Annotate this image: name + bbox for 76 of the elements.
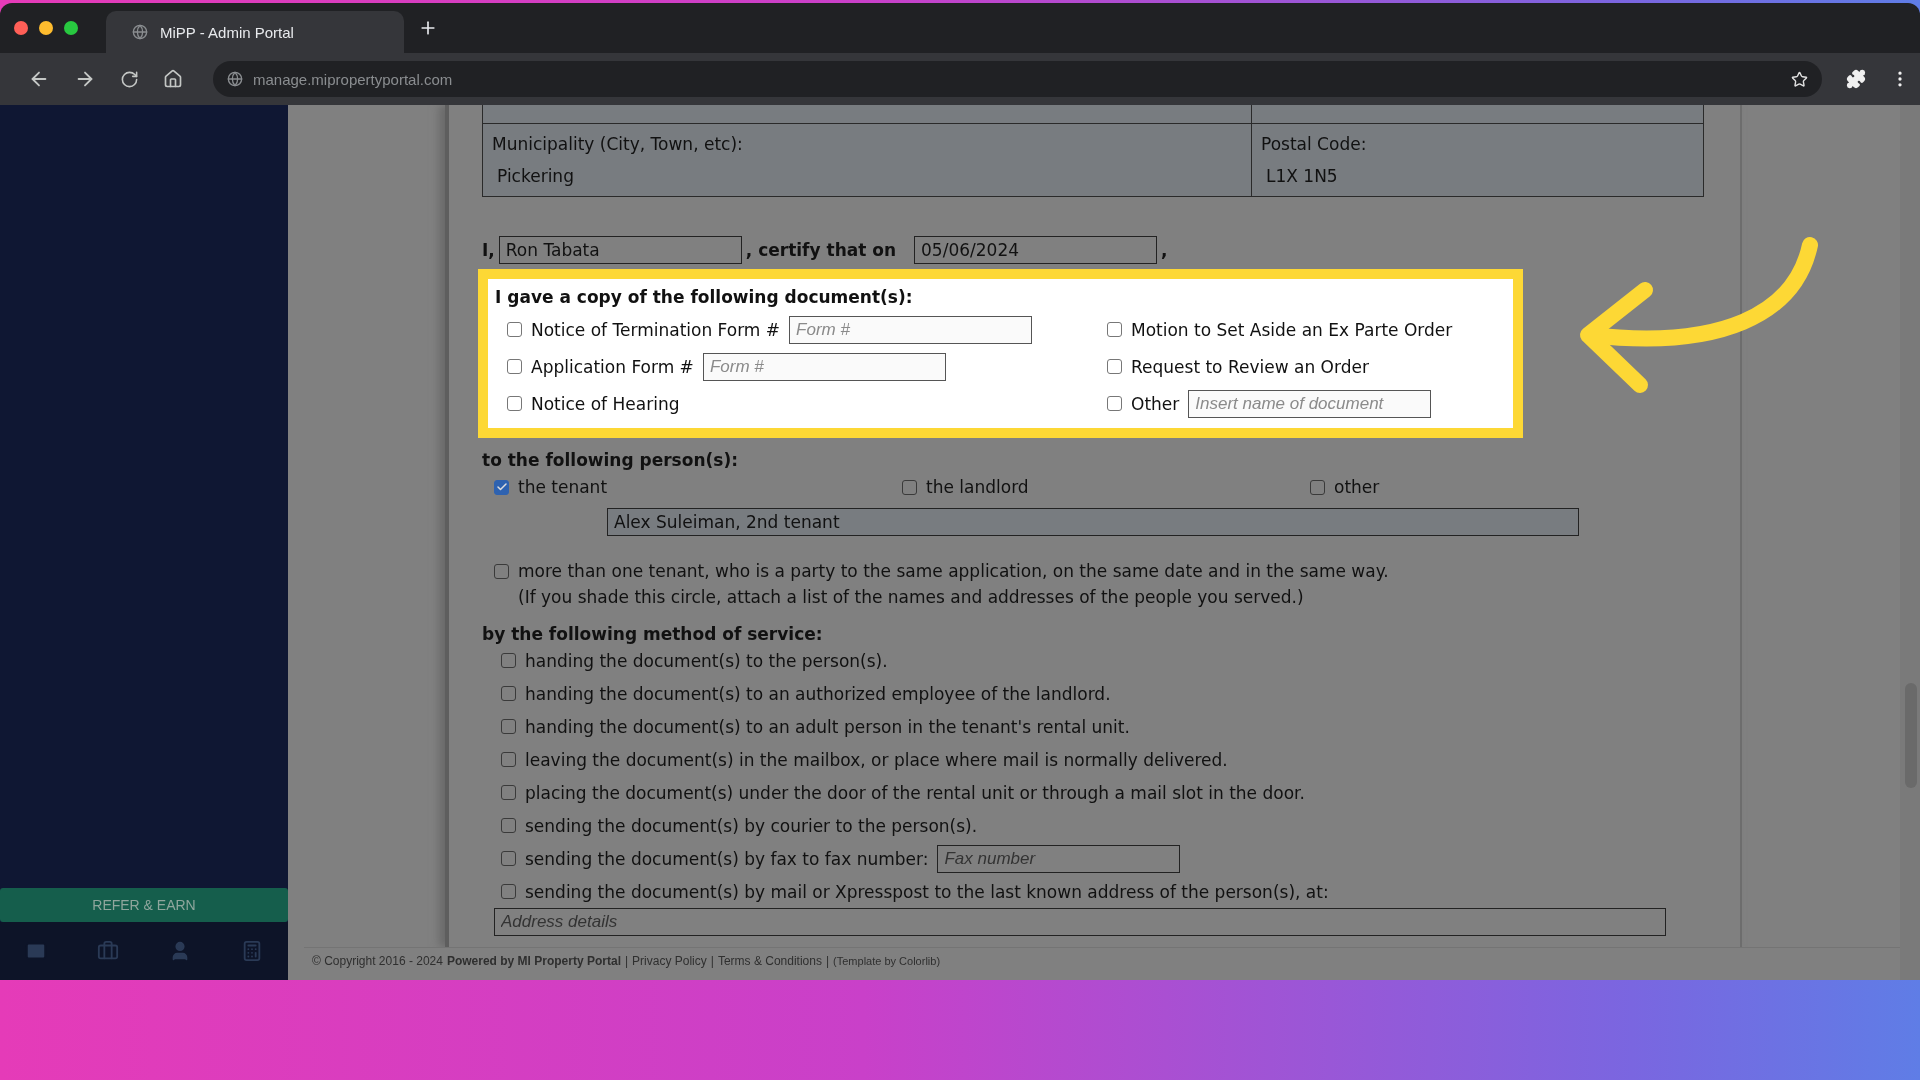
field-label: Municipality (City, Town, etc): <box>492 134 744 154</box>
checkbox[interactable] <box>1107 396 1122 411</box>
checkbox[interactable] <box>501 719 516 734</box>
checkbox[interactable] <box>1310 479 1325 495</box>
service-option: placing the document(s) under the door of the rental unit or through a mail slot in the door. <box>525 782 1305 803</box>
service-option: sending the document(s) by fax to fax number: <box>525 848 929 869</box>
persons-heading: to the following person(s): <box>482 450 738 470</box>
person-name-field[interactable]: Alex Suleiman, 2nd tenant <box>607 508 1579 536</box>
service-option: sending the document(s) by mail or Xpresspost to the last known address of the person(s), at: <box>525 881 1329 902</box>
document-input-field[interactable]: Form # <box>702 352 946 381</box>
service-heading: by the following method of service: <box>482 624 823 644</box>
refer-and-earn-button[interactable]: REFER & EARN <box>0 888 288 922</box>
maximize-window-button[interactable] <box>64 21 78 35</box>
document-option: Motion to Set Aside an Ex Parte Order <box>1131 319 1453 340</box>
checkbox[interactable] <box>501 686 516 701</box>
globe-icon <box>132 24 148 40</box>
close-window-button[interactable] <box>14 21 28 35</box>
checkbox[interactable] <box>507 322 522 337</box>
documents-heading: I gave a copy of the following document(s): <box>495 287 914 307</box>
minimize-window-button[interactable] <box>39 21 53 35</box>
footer-link[interactable]: Privacy Policy <box>632 954 707 968</box>
date-field[interactable]: 05/06/2024 <box>914 236 1158 264</box>
checkbox[interactable] <box>501 653 516 668</box>
service-option: leaving the document(s) in the mailbox, or place where mail is normally delivered. <box>525 749 1228 770</box>
document-option: Request to Review an Order <box>1131 356 1369 377</box>
person-option: the tenant <box>518 477 608 497</box>
service-option: handing the document(s) to the person(s). <box>525 650 888 671</box>
document-option: Other <box>1131 393 1180 414</box>
footer-text: Powered by MI Property Portal <box>446 954 621 968</box>
service-option: handing the document(s) to an adult person in the tenant's rental unit. <box>525 716 1130 737</box>
address-bar[interactable]: manage.mipropertyportal.com <box>213 61 1822 97</box>
document-option: Notice of Termination Form # <box>531 319 781 340</box>
certify-text: , <box>1161 240 1168 260</box>
document-option: Application Form # <box>531 356 694 377</box>
document-input-field[interactable]: Insert name of document <box>1188 389 1432 418</box>
footer-separator: | <box>825 954 830 968</box>
footer-separator: | <box>624 954 629 968</box>
checkbox[interactable] <box>494 479 509 495</box>
fax-number-field[interactable]: Fax number <box>937 844 1181 873</box>
checkbox[interactable] <box>501 884 516 899</box>
footer-link[interactable]: Terms & Conditions <box>717 954 822 968</box>
checkbox[interactable] <box>501 752 516 767</box>
checkbox[interactable] <box>507 396 522 411</box>
multiple-tenant-note: (If you shade this circle, attach a list of the names and addresses of the people you served.) <box>518 587 1304 607</box>
checkbox[interactable] <box>501 785 516 800</box>
multiple-tenant-option: more than one tenant, who is a party to the same application, on the same date and in the same way. <box>518 561 1389 581</box>
service-option: sending the document(s) by courier to the person(s). <box>525 815 978 836</box>
person-option: the landlord <box>926 477 1029 497</box>
checkbox[interactable] <box>501 851 516 866</box>
name-field[interactable]: Ron Tabata <box>498 236 742 264</box>
extensions-icon[interactable] <box>1846 69 1866 89</box>
document-input-field[interactable]: Form # <box>789 315 1033 344</box>
checkbox[interactable] <box>494 563 509 579</box>
checkbox[interactable] <box>501 818 516 833</box>
browser-tab[interactable]: MiPP - Admin Portal <box>106 11 404 53</box>
document-option: Notice of Hearing <box>531 393 680 414</box>
field-label: Postal Code: <box>1261 134 1368 154</box>
reload-icon[interactable] <box>120 69 139 89</box>
service-option: handing the document(s) to an authorized employee of the landlord. <box>525 683 1111 704</box>
field-value: Pickering <box>496 166 575 186</box>
checkbox[interactable] <box>1107 359 1122 374</box>
certify-text: , certify that on <box>745 240 897 260</box>
person-option: other <box>1334 477 1380 497</box>
footer-text: (Template by Colorlib) <box>833 955 941 967</box>
certify-text: I, <box>482 240 495 260</box>
footer-separator: | <box>710 954 714 968</box>
address-details-field[interactable]: Address details <box>494 908 1666 936</box>
home-icon[interactable] <box>163 69 183 89</box>
checkbox[interactable] <box>902 479 917 495</box>
scrollbar[interactable] <box>1900 105 1920 980</box>
field-value: L1X 1N5 <box>1265 166 1339 186</box>
bookmark-star-icon[interactable] <box>1791 70 1808 88</box>
globe-icon <box>227 71 243 87</box>
checkbox[interactable] <box>1107 322 1122 337</box>
checkbox[interactable] <box>507 359 522 374</box>
footer-text: © Copyright 2016 - 2024 <box>312 954 443 968</box>
